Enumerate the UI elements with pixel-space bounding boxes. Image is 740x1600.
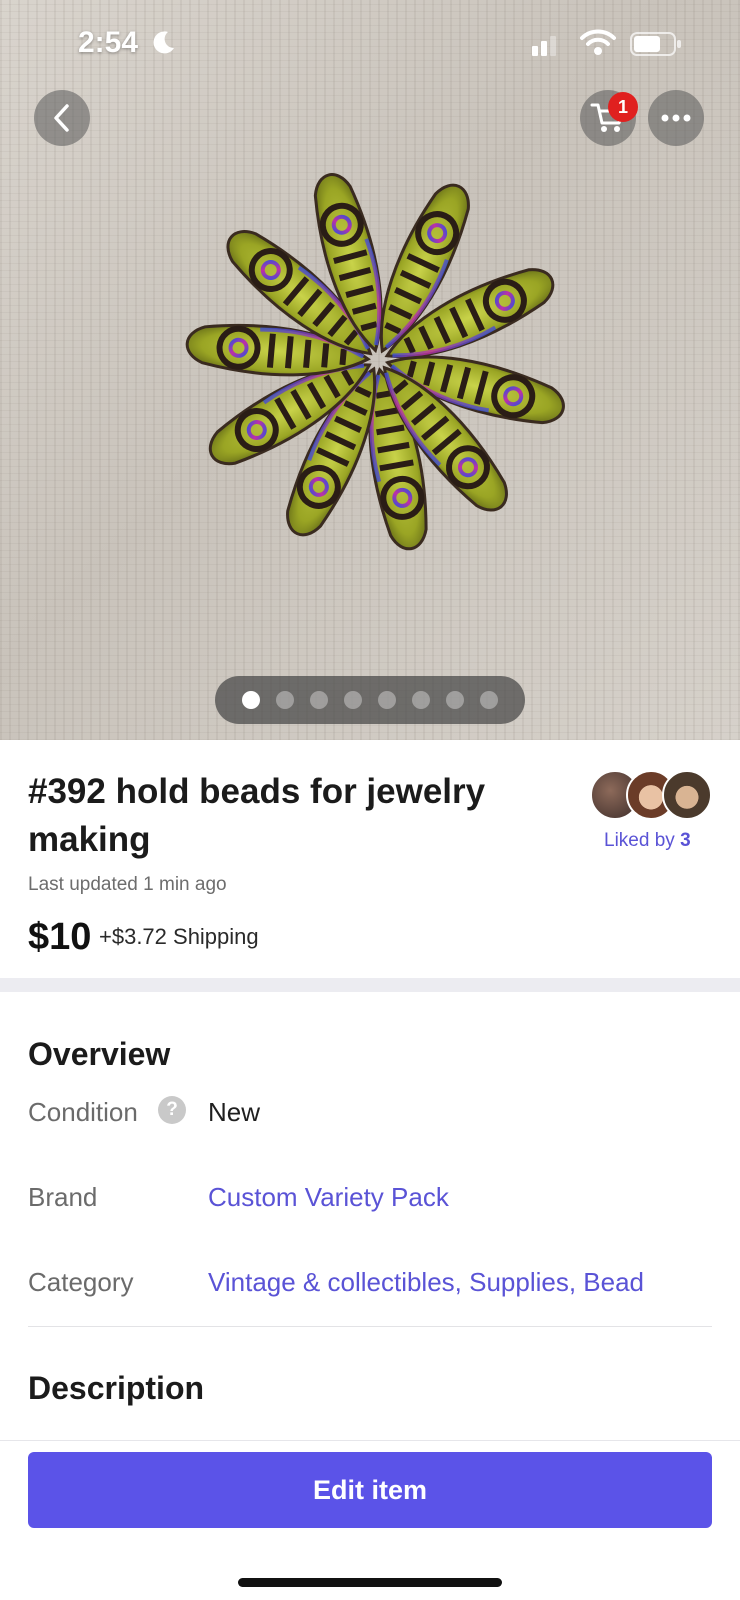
signal-icon — [532, 36, 556, 56]
bottom-bar-divider — [0, 1440, 740, 1441]
brand-label: Brand — [28, 1182, 98, 1212]
listing-title: #392 hold beads for jewelry making — [28, 772, 486, 859]
question-circle-icon[interactable]: ? — [158, 1096, 186, 1124]
avatar — [662, 770, 712, 820]
pagination-dot[interactable] — [446, 691, 464, 709]
section-divider — [0, 978, 740, 992]
description-heading: Description — [28, 1370, 205, 1406]
price: $10 — [28, 916, 92, 958]
home-indicator — [238, 1578, 502, 1587]
more-horizontal-icon — [661, 114, 691, 122]
battery-icon — [630, 32, 681, 56]
pagination-dot[interactable] — [276, 691, 294, 709]
brand-link[interactable]: Custom Variety Pack — [208, 1182, 449, 1213]
pagination-dot[interactable] — [412, 691, 430, 709]
pagination-dot[interactable] — [344, 691, 362, 709]
category-label: Category — [28, 1267, 134, 1297]
category-link[interactable]: Vintage & collectibles, Supplies, Bead — [208, 1267, 644, 1298]
shipping-cost: +$3.72 Shipping — [99, 924, 259, 949]
liked-by-avatars[interactable] — [590, 770, 715, 820]
back-button[interactable] — [34, 90, 90, 146]
pagination-dot[interactable] — [242, 691, 260, 709]
wifi-icon — [580, 29, 616, 55]
status-time: 2:54 — [78, 26, 139, 59]
chevron-left-icon — [54, 104, 69, 132]
pagination-dot[interactable] — [310, 691, 328, 709]
liked-by-label: Liked by — [604, 830, 675, 851]
liked-by-count: 3 — [680, 830, 691, 851]
overview-heading: Overview — [28, 1036, 171, 1072]
pagination-dot[interactable] — [480, 691, 498, 709]
liked-by-link[interactable]: Liked by 3 — [604, 830, 691, 852]
more-options-button[interactable] — [648, 90, 704, 146]
condition-label: Condition — [28, 1097, 138, 1127]
last-updated: Last updated 1 min ago — [28, 874, 227, 895]
divider — [28, 1326, 712, 1327]
edit-item-button[interactable]: Edit item — [28, 1452, 712, 1528]
product-image[interactable]: 2:54 1 — [0, 0, 740, 740]
status-bar: 2:54 — [0, 0, 740, 90]
pagination-dot[interactable] — [378, 691, 396, 709]
cart-count-badge: 1 — [608, 92, 638, 122]
image-pagination[interactable] — [215, 676, 525, 724]
moon-icon — [153, 31, 174, 54]
condition-value: New — [208, 1097, 261, 1127]
